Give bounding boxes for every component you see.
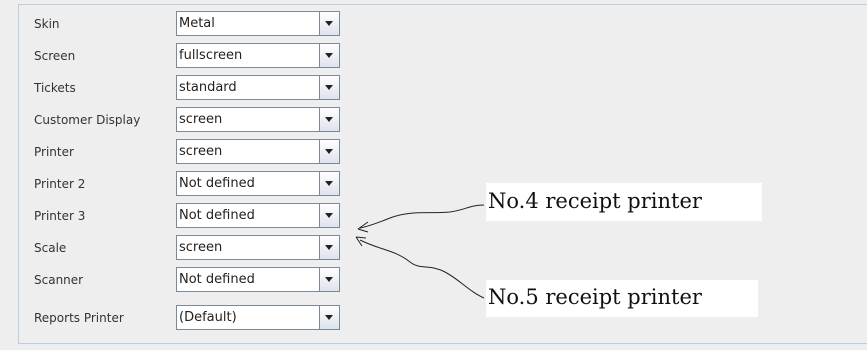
annotation-note-1: No.4 receipt printer — [486, 183, 762, 221]
annotation-note-2: No.5 receipt printer — [486, 280, 758, 317]
arrowhead-2 — [355, 236, 367, 247]
arrow-line-2 — [359, 239, 485, 299]
arrow-line-1 — [359, 204, 485, 229]
